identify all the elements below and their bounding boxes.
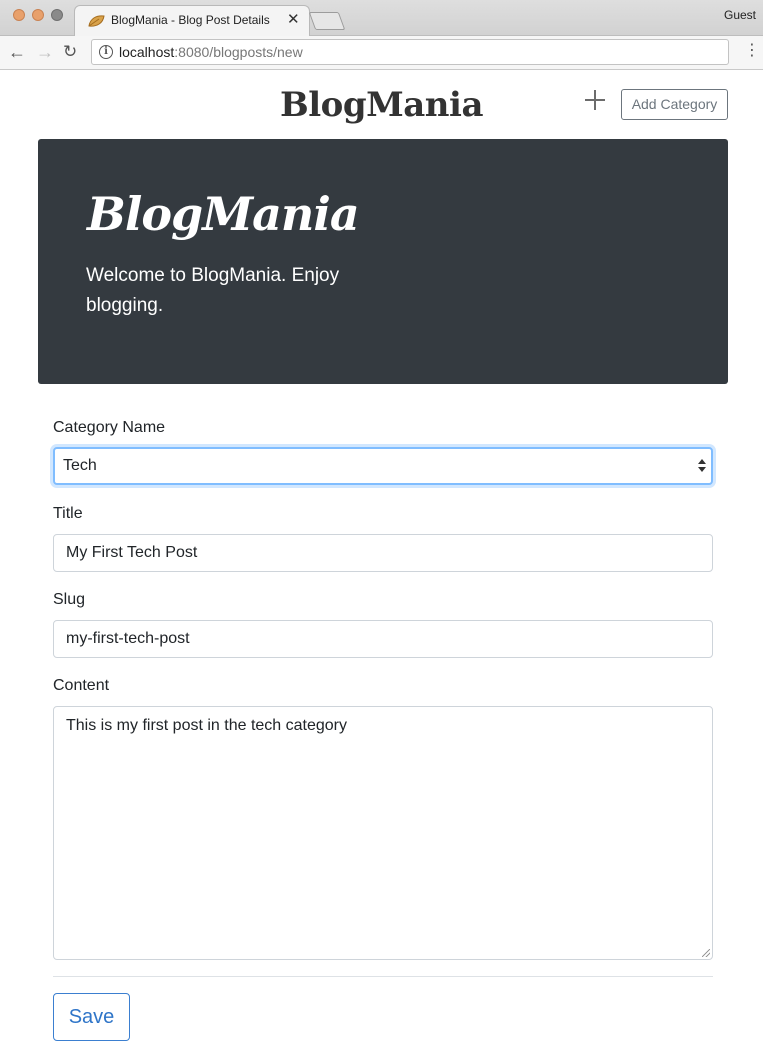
category-name-label: Category Name xyxy=(53,419,166,436)
reload-icon[interactable]: ↻ xyxy=(63,41,77,63)
category-select-value: Tech xyxy=(63,457,97,474)
maximize-window-button[interactable] xyxy=(51,9,63,21)
info-icon[interactable]: i xyxy=(99,45,113,59)
slug-input[interactable]: my-first-tech-post xyxy=(53,620,713,658)
jumbotron-lead: Welcome to BlogMania. Enjoy blogging. xyxy=(86,265,340,316)
plus-icon[interactable] xyxy=(584,89,606,111)
url-host: localhost xyxy=(119,44,175,60)
content-textarea[interactable]: This is my first post in the tech catego… xyxy=(53,706,713,960)
close-tab-icon[interactable]: ✕ xyxy=(287,10,300,28)
address-bar[interactable]: i localhost:8080/blogposts/new xyxy=(91,39,729,65)
profile-label[interactable]: Guest xyxy=(724,8,756,22)
tab-title: BlogMania - Blog Post Details xyxy=(111,13,270,27)
browser-tab-bar: BlogMania - Blog Post Details ✕ Guest xyxy=(0,0,763,37)
browser-toolbar: ← → ↻ i localhost:8080/blogposts/new ⋮ xyxy=(0,36,763,70)
leaf-favicon-icon xyxy=(88,15,105,27)
url-path: :8080/blogposts/new xyxy=(174,44,303,60)
url-text[interactable]: localhost:8080/blogposts/new xyxy=(119,44,303,60)
new-tab-button[interactable] xyxy=(308,12,346,30)
add-category-button[interactable]: Add Category xyxy=(621,89,728,120)
forward-arrow-icon[interactable]: → xyxy=(36,41,54,63)
back-arrow-icon[interactable]: ← xyxy=(8,41,26,63)
title-label: Title xyxy=(53,505,83,522)
form-divider xyxy=(53,976,713,977)
content-text: This is my first post in the tech catego… xyxy=(66,717,347,734)
content-label: Content xyxy=(53,677,110,694)
browser-menu-icon[interactable]: ⋮ xyxy=(744,41,760,61)
slug-label: Slug xyxy=(53,591,86,608)
minimize-window-button[interactable] xyxy=(32,9,44,21)
title-input[interactable]: My First Tech Post xyxy=(53,534,713,572)
resize-grip-icon[interactable] xyxy=(702,949,710,957)
jumbotron-title: BlogMania xyxy=(87,187,360,241)
save-button[interactable]: Save xyxy=(53,993,130,1041)
jumbotron: BlogMania Welcome to BlogMania. Enjoy bl… xyxy=(38,139,728,384)
select-arrows-icon xyxy=(698,459,706,473)
browser-tab[interactable]: BlogMania - Blog Post Details ✕ xyxy=(74,5,310,37)
category-select[interactable]: Tech xyxy=(53,447,713,485)
close-window-button[interactable] xyxy=(13,9,25,21)
